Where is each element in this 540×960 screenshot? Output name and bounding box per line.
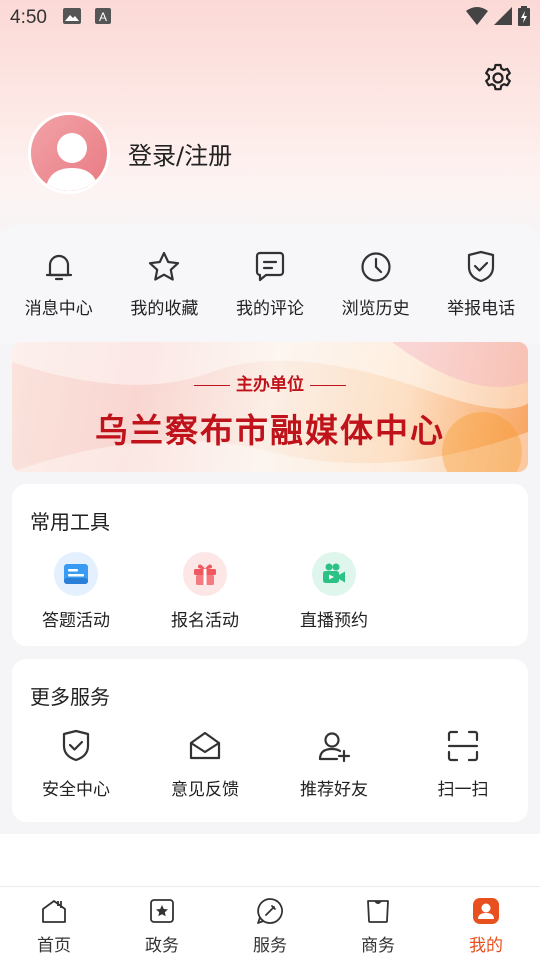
video-camera-icon <box>312 552 356 596</box>
signal-icon <box>494 7 512 29</box>
tab-profile[interactable]: 我的 <box>441 897 531 956</box>
tool-label: 答题活动 <box>42 611 110 631</box>
quick-label: 我的评论 <box>235 298 304 319</box>
service-item-security[interactable]: 安全中心 <box>21 729 131 800</box>
banner-title: 乌兰察布市融媒体中心 <box>95 411 445 450</box>
government-icon <box>150 899 174 923</box>
service-label: 安全中心 <box>42 780 110 800</box>
shield-check-icon <box>62 729 90 762</box>
bottom-tab-bar: 首页 政务 服务 商务 我的 <box>0 886 540 960</box>
clock-icon <box>360 251 391 282</box>
tab-label: 服务 <box>253 936 287 956</box>
service-item-scan[interactable]: 扫一扫 <box>408 729 518 800</box>
quick-item-messages[interactable]: 消息中心 <box>9 250 109 319</box>
service-label: 推荐好友 <box>300 780 368 800</box>
quick-item-favorites[interactable]: 我的收藏 <box>114 250 214 319</box>
tool-item-signup[interactable]: 报名活动 <box>150 552 260 631</box>
wifi-icon <box>466 7 488 29</box>
comment-icon <box>255 251 285 281</box>
image-icon <box>62 8 81 28</box>
bell-icon <box>45 254 72 280</box>
service-icon <box>257 898 283 924</box>
tab-label: 商务 <box>361 936 395 956</box>
login-register-link[interactable]: 登录/注册 <box>128 136 232 171</box>
tool-item-live-booking[interactable]: 直播预约 <box>279 552 389 631</box>
tab-label: 首页 <box>37 936 71 956</box>
gear-icon <box>485 63 511 91</box>
tool-item-quiz[interactable]: 答题活动 <box>21 552 131 631</box>
profile-icon <box>473 898 499 924</box>
home-icon <box>42 900 66 923</box>
more-services-card: 更多服务 安全中心 意见反馈 推荐好友 扫一扫 <box>12 659 528 822</box>
tab-home[interactable]: 首页 <box>9 897 99 956</box>
quick-item-report[interactable]: 举报电话 <box>431 250 531 319</box>
quick-label: 举报电话 <box>447 298 516 319</box>
profile-login[interactable]: 登录/注册 <box>28 112 232 194</box>
shield-check-icon <box>468 250 495 282</box>
tool-label: 报名活动 <box>171 611 239 631</box>
banner-subtitle: 主办单位 <box>12 370 528 395</box>
sponsor-banner[interactable]: 主办单位 乌兰察布市融媒体中心 <box>12 342 528 472</box>
a-icon: A <box>94 8 111 28</box>
quiz-icon <box>54 552 98 596</box>
card-title: 更多服务 <box>30 685 110 709</box>
svg-text:A: A <box>99 10 107 24</box>
quick-label: 消息中心 <box>24 298 93 319</box>
avatar[interactable] <box>28 112 110 194</box>
tab-label: 政务 <box>145 936 179 956</box>
quick-label: 我的收藏 <box>130 298 199 319</box>
envelope-open-icon <box>189 731 221 760</box>
service-label: 意见反馈 <box>171 780 239 800</box>
tab-government[interactable]: 政务 <box>117 897 207 956</box>
tab-label: 我的 <box>469 936 503 956</box>
service-item-feedback[interactable]: 意见反馈 <box>150 729 260 800</box>
star-icon <box>149 251 180 281</box>
status-bar: 4:50 A <box>0 0 540 36</box>
blank-area <box>0 834 540 886</box>
quick-actions: 消息中心 我的收藏 我的评论 浏览历史 举报电话 <box>0 224 540 344</box>
tool-label: 直播预约 <box>300 611 368 631</box>
quick-item-comments[interactable]: 我的评论 <box>220 250 320 319</box>
tab-business[interactable]: 商务 <box>333 897 423 956</box>
user-add-icon <box>318 732 351 763</box>
quick-label: 浏览历史 <box>341 298 410 319</box>
service-label: 扫一扫 <box>437 780 489 800</box>
tab-service[interactable]: 服务 <box>225 897 315 956</box>
battery-icon <box>518 6 530 30</box>
business-icon <box>367 900 389 923</box>
gift-icon <box>183 552 227 596</box>
service-item-recommend-friends[interactable]: 推荐好友 <box>279 729 389 800</box>
common-tools-card: 常用工具 答题活动 报名活动 直播预约 <box>12 484 528 646</box>
card-title: 常用工具 <box>30 510 110 534</box>
quick-item-history[interactable]: 浏览历史 <box>326 250 426 319</box>
scan-icon <box>447 730 479 762</box>
settings-button[interactable] <box>482 62 514 94</box>
status-time: 4:50 <box>10 7 47 28</box>
